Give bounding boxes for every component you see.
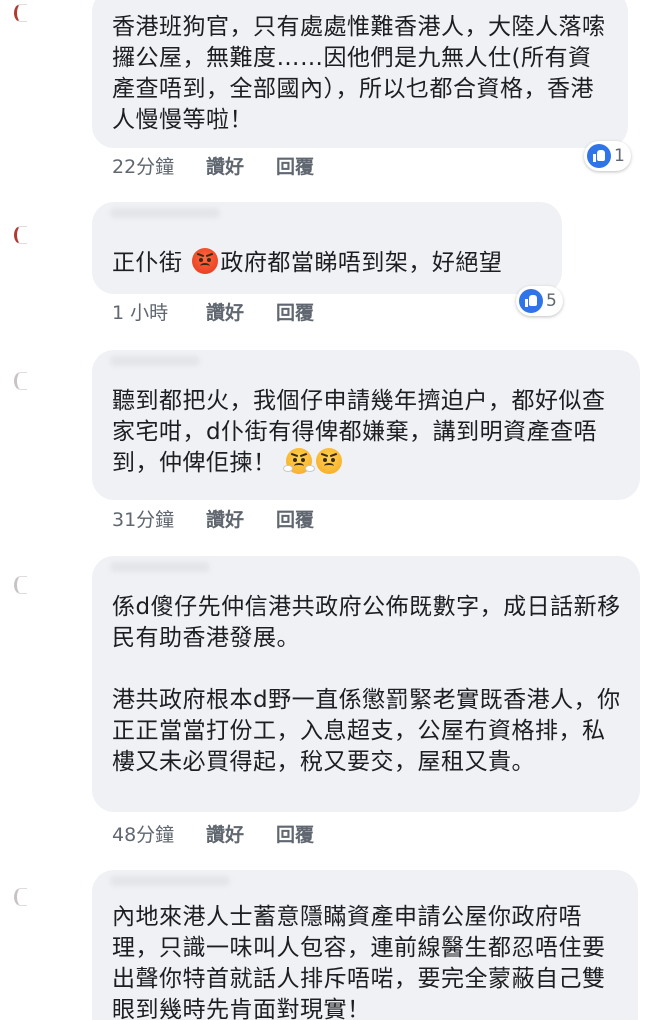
reaction-count: 5 bbox=[546, 291, 557, 311]
like-button[interactable]: 讚好 bbox=[206, 298, 276, 325]
reaction-count-badge[interactable]: 1 bbox=[584, 141, 631, 171]
comment-meta: 22分鐘 讚好 回覆 bbox=[112, 152, 314, 179]
comment-meta: 31分鐘 讚好 回覆 bbox=[112, 505, 314, 532]
avatar[interactable] bbox=[14, 226, 27, 244]
comment-text: 香港班狗官，只有處處惟難香港人，大陸人落嗦攞公屋，無難度……因他們是九無人仕(所… bbox=[112, 14, 606, 133]
author-name-blurred bbox=[110, 356, 200, 366]
reply-button[interactable]: 回覆 bbox=[276, 820, 314, 847]
like-reaction-icon bbox=[587, 144, 611, 168]
like-reaction-icon bbox=[519, 289, 543, 313]
comment-bubble: 內地來港人士蓄意隱瞞資產申請公屋你政府唔理，只識一味叫人包容，連前線醫生都忍唔住… bbox=[92, 870, 638, 1020]
avatar[interactable] bbox=[14, 4, 27, 22]
comment-text: 正仆街 政府都當睇唔到架，好絕望 bbox=[112, 248, 546, 279]
reply-button[interactable]: 回覆 bbox=[276, 298, 314, 325]
angry-face-icon bbox=[192, 248, 219, 274]
comment-bubble: 係d傻仔先仲信港共政府公佈既數字，成日話新移民有助香港發展。 港共政府根本d野一… bbox=[92, 556, 640, 812]
comment-text-after: 政府都當睇唔到架，好絕望 bbox=[220, 250, 503, 276]
comment-timestamp[interactable]: 31分鐘 bbox=[112, 505, 206, 532]
author-name-blurred bbox=[110, 208, 220, 218]
like-button[interactable]: 讚好 bbox=[206, 505, 276, 532]
comment-bubble: 聽到都把火，我個仔申請幾年擠迫户，都好似查家宅咁，d仆街有得俾都嫌棄，講到明資產… bbox=[92, 350, 640, 500]
comment-meta: 48分鐘 讚好 回覆 bbox=[112, 820, 314, 847]
author-name-blurred bbox=[110, 562, 210, 572]
comment-thread: 香港班狗官，只有處處惟難香港人，大陸人落嗦攞公屋，無難度……因他們是九無人仕(所… bbox=[0, 0, 660, 1020]
comment-bubble: 香港班狗官，只有處處惟難香港人，大陸人落嗦攞公屋，無難度……因他們是九無人仕(所… bbox=[92, 0, 628, 148]
annoyed-face-icon bbox=[316, 448, 343, 474]
comment-text: 係d傻仔先仲信港共政府公佈既數字，成日話新移民有助香港發展。 港共政府根本d野一… bbox=[112, 592, 624, 778]
avatar[interactable] bbox=[14, 576, 27, 594]
comment-text: 內地來港人士蓄意隱瞞資產申請公屋你政府唔理，只識一味叫人包容，連前線醫生都忍唔住… bbox=[112, 904, 606, 1020]
like-button[interactable]: 讚好 bbox=[206, 152, 276, 179]
comment-paragraph-2: 港共政府根本d野一直係懲罰緊老實既香港人，你正正當當打份工，入息超支，公屋冇資格… bbox=[112, 687, 621, 775]
comment-text-before: 正仆街 bbox=[112, 250, 191, 276]
avatar[interactable] bbox=[14, 888, 27, 906]
comment-bubble: 正仆街 政府都當睇唔到架，好絕望 bbox=[92, 202, 562, 294]
comment-meta: 1 小時 讚好 回覆 bbox=[112, 298, 314, 325]
comment-timestamp[interactable]: 48分鐘 bbox=[112, 820, 206, 847]
reply-button[interactable]: 回覆 bbox=[276, 505, 314, 532]
comment-text: 聽到都把火，我個仔申請幾年擠迫户，都好似查家宅咁，d仆街有得俾都嫌棄，講到明資產… bbox=[112, 386, 624, 479]
comment-timestamp[interactable]: 22分鐘 bbox=[112, 152, 206, 179]
author-name-blurred bbox=[110, 876, 230, 886]
reaction-count: 1 bbox=[614, 146, 625, 166]
steam-face-icon bbox=[283, 448, 316, 474]
comment-timestamp[interactable]: 1 小時 bbox=[112, 298, 206, 325]
reply-button[interactable]: 回覆 bbox=[276, 152, 314, 179]
comment-body: 聽到都把火，我個仔申請幾年擠迫户，都好似查家宅咁，d仆街有得俾都嫌棄，講到明資產… bbox=[112, 388, 606, 476]
reaction-count-badge[interactable]: 5 bbox=[516, 286, 563, 316]
avatar[interactable] bbox=[14, 372, 27, 390]
like-button[interactable]: 讚好 bbox=[206, 820, 276, 847]
comment-paragraph-1: 係d傻仔先仲信港共政府公佈既數字，成日話新移民有助香港發展。 bbox=[112, 594, 621, 651]
